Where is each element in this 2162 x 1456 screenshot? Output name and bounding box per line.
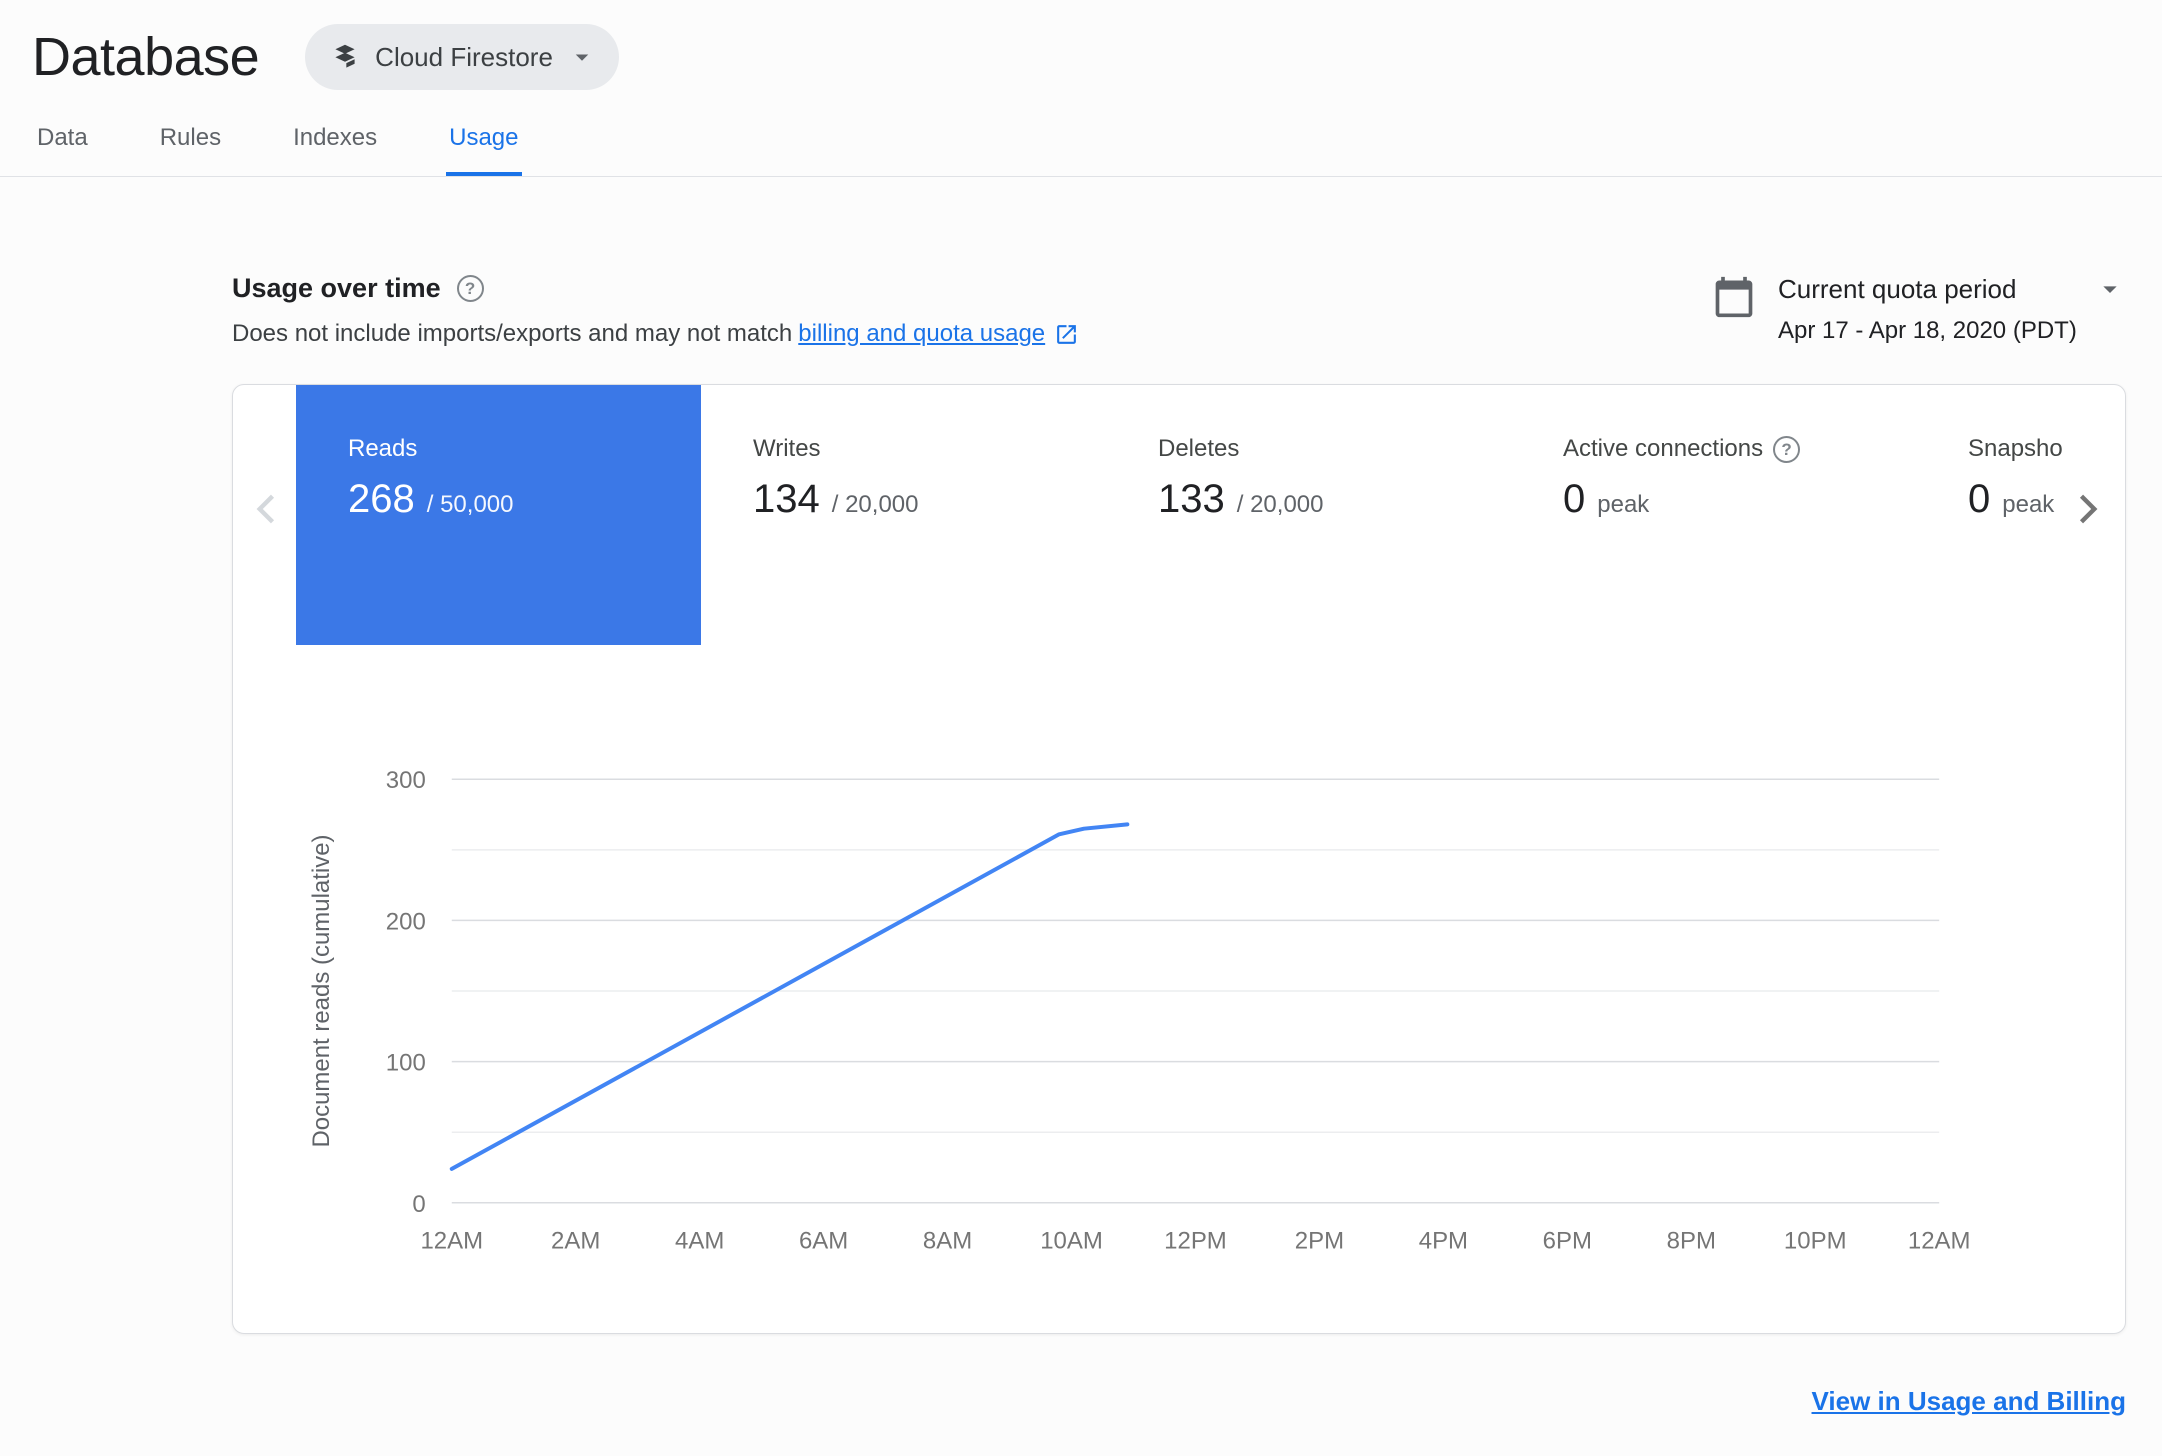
usage-over-time-title: Usage over time (232, 273, 441, 303)
tab-label: Data (37, 124, 88, 151)
tab-label: Usage (449, 124, 519, 151)
svg-text:8AM: 8AM (923, 1228, 972, 1255)
view-usage-billing-link[interactable]: View in Usage and Billing (1812, 1386, 2126, 1416)
tab-label: Indexes (293, 124, 378, 151)
svg-text:12AM: 12AM (420, 1228, 483, 1255)
usage-section-left: Usage over time ? Does not include impor… (232, 273, 1079, 348)
product-selector-label: Cloud Firestore (375, 41, 553, 72)
metric-quota: peak (1597, 491, 1650, 518)
product-selector[interactable]: Cloud Firestore (305, 24, 619, 90)
metric-label: Writes (753, 435, 821, 462)
chevron-down-icon (2103, 286, 2117, 293)
svg-text:6AM: 6AM (799, 1228, 848, 1255)
external-link-icon (1057, 324, 1077, 344)
carousel-next-button[interactable] (2065, 487, 2109, 531)
svg-text:2AM: 2AM (551, 1228, 600, 1255)
metric-tile-writes[interactable]: Writes 134 / 20,000 (701, 385, 1106, 645)
svg-text:6PM: 6PM (1543, 1228, 1592, 1255)
metric-value: 0 (1968, 477, 1991, 521)
firestore-icon (329, 41, 361, 73)
metric-value: 134 (753, 477, 820, 521)
billing-quota-link-label: billing and quota usage (798, 320, 1046, 347)
quota-period-selector[interactable]: Current quota period Apr 17 - Apr 18, 20… (1712, 273, 2126, 345)
metric-value: 268 (348, 477, 415, 521)
help-icon[interactable]: ? (1773, 435, 1801, 463)
svg-text:4AM: 4AM (675, 1228, 724, 1255)
metric-value: 133 (1158, 477, 1225, 521)
usage-description: Does not include imports/exports and may… (232, 320, 1079, 348)
header: Database Cloud Firestore (0, 0, 2162, 90)
page-title: Database (32, 27, 260, 87)
svg-text:2PM: 2PM (1295, 1228, 1344, 1255)
metric-tile-reads[interactable]: Reads 268 / 50,000 (296, 385, 701, 645)
tab-indexes[interactable]: Indexes (290, 124, 380, 176)
quota-period-range: Apr 17 - Apr 18, 2020 (PDT) (1778, 317, 2077, 344)
usage-chart: 0 100 200 300 12AM 2AM 4AM 6AM 8AM 10AM 12PM 2PM 4PM… (308, 767, 1971, 1255)
quota-period-label: Current quota period (1778, 273, 2017, 304)
svg-text:4PM: 4PM (1419, 1228, 1468, 1255)
firestore-usage-page: Database Cloud Firestore Data Rules Inde… (0, 0, 2162, 1417)
usage-section-header: Usage over time ? Does not include impor… (232, 273, 2126, 348)
chevron-right-icon (2079, 494, 2098, 524)
svg-text:300: 300 (386, 767, 426, 794)
metric-quota: / 20,000 (1236, 491, 1324, 518)
calendar-icon (1715, 276, 1753, 318)
usage-description-text: Does not include imports/exports and may… (232, 320, 793, 347)
metric-value: 0 (1563, 477, 1586, 521)
chevron-left-icon (256, 494, 275, 524)
help-icon[interactable]: ? (456, 275, 484, 302)
metric-tile-active-connections[interactable]: Active connections ? 0 peak (1511, 385, 1916, 645)
tab-rules[interactable]: Rules (157, 124, 224, 176)
svg-text:Document reads (cumulative): Document reads (cumulative) (308, 834, 335, 1147)
svg-text:10AM: 10AM (1040, 1228, 1103, 1255)
metric-tile-deletes[interactable]: Deletes 133 / 20,000 (1106, 385, 1511, 645)
metric-label: Active connections (1563, 435, 1764, 462)
metric-label: Reads (348, 435, 418, 462)
metric-label: Snapsho (1968, 435, 2063, 462)
svg-text:0: 0 (412, 1191, 425, 1218)
tab-data[interactable]: Data (34, 124, 91, 176)
svg-text:100: 100 (386, 1050, 426, 1077)
metric-quota: / 20,000 (831, 491, 919, 518)
billing-quota-link[interactable]: billing and quota usage (798, 320, 1079, 348)
svg-text:10PM: 10PM (1784, 1228, 1847, 1255)
chevron-down-icon (575, 54, 589, 61)
usage-card: Reads 268 / 50,000 Writes 134 / 20,000 D… (232, 384, 2126, 1334)
metric-carousel: Reads 268 / 50,000 Writes 134 / 20,000 D… (233, 385, 2125, 645)
tab-label: Rules (159, 124, 222, 151)
quota-period-text: Current quota period Apr 17 - Apr 18, 20… (1778, 273, 2126, 345)
metric-label: Deletes (1158, 435, 1240, 462)
svg-text:200: 200 (386, 908, 426, 935)
tab-bar: Data Rules Indexes Usage (0, 90, 2162, 177)
metric-quota: / 50,000 (426, 491, 514, 518)
svg-text:12PM: 12PM (1164, 1228, 1227, 1255)
carousel-prev-button[interactable] (245, 487, 289, 531)
footer: View in Usage and Billing (232, 1386, 2126, 1417)
usage-content: Usage over time ? Does not include impor… (232, 273, 2126, 1417)
tab-usage[interactable]: Usage (446, 124, 522, 176)
metric-quota: peak (2002, 491, 2055, 518)
svg-text:12AM: 12AM (1908, 1228, 1971, 1255)
svg-text:8PM: 8PM (1667, 1228, 1716, 1255)
